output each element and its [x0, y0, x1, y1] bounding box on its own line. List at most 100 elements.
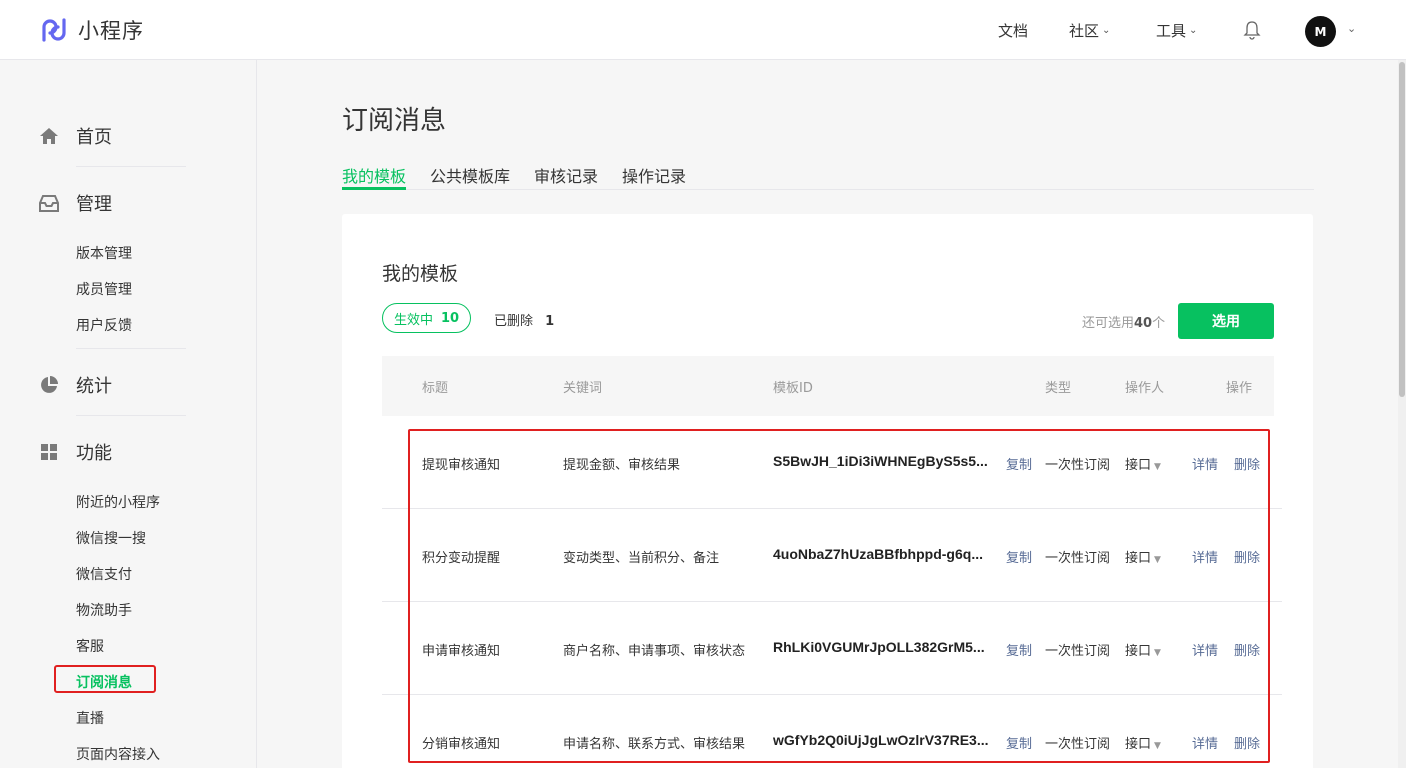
- row-template-id: wGfYb2Q0iUjJgLwOzlrV37RE3...: [773, 732, 989, 748]
- chevron-down-icon: ⌄: [1102, 25, 1111, 36]
- chevron-down-icon: ⌄: [1189, 25, 1198, 36]
- nav-tools-label: 工具: [1156, 22, 1187, 40]
- row-title: 提现审核通知: [422, 458, 501, 473]
- operator-dropdown[interactable]: 接口 ▼: [1125, 547, 1161, 566]
- sidebar-item-nearby[interactable]: 附近的小程序: [76, 492, 160, 512]
- row-keywords: 提现金额、审核结果: [563, 458, 681, 473]
- sidebar-divider: [76, 348, 186, 349]
- tab-review-records[interactable]: 审核记录: [534, 163, 598, 187]
- sidebar-item-feedback[interactable]: 用户反馈: [76, 315, 132, 335]
- pie-chart-icon: [38, 374, 60, 396]
- sidebar-item-search[interactable]: 微信搜一搜: [76, 528, 146, 548]
- sidebar-highlight-box: [54, 665, 156, 693]
- active-tab-indicator: [342, 187, 406, 190]
- caret-down-icon: ▼: [1154, 648, 1161, 658]
- filter-deleted[interactable]: 已删除 1: [494, 310, 554, 329]
- tab-my-templates[interactable]: 我的模板: [342, 163, 406, 187]
- row-title: 积分变动提醒: [422, 551, 501, 566]
- sidebar-item-stats[interactable]: 统计: [38, 372, 112, 398]
- page-title: 订阅消息: [342, 106, 447, 136]
- grid-icon: [38, 441, 60, 463]
- column-header-template-id: 模板ID: [773, 381, 813, 396]
- templates-card: [342, 214, 1313, 768]
- caret-down-icon: ▼: [1154, 462, 1161, 472]
- bell-icon[interactable]: [1243, 20, 1261, 40]
- nav-docs-label: 文档: [998, 22, 1029, 40]
- row-operator: 接口: [1125, 644, 1152, 659]
- row-operator: 接口: [1125, 551, 1152, 566]
- select-template-button[interactable]: 选用: [1178, 303, 1274, 339]
- copy-link[interactable]: 复制: [1006, 640, 1032, 659]
- caret-down-icon: ▼: [1154, 741, 1161, 751]
- copy-link[interactable]: 复制: [1006, 733, 1032, 752]
- row-type: 一次性订阅: [1045, 458, 1111, 473]
- detail-link[interactable]: 详情: [1192, 733, 1218, 752]
- row-keywords: 商户名称、申请事项、审核状态: [563, 644, 746, 659]
- detail-link[interactable]: 详情: [1192, 640, 1218, 659]
- sidebar-item-pay[interactable]: 微信支付: [76, 564, 132, 584]
- remaining-suffix: 个: [1152, 316, 1166, 331]
- delete-link[interactable]: 删除: [1234, 640, 1260, 659]
- column-header-operator: 操作人: [1125, 381, 1165, 396]
- avatar-text: M: [1314, 24, 1327, 39]
- row-keywords: 申请名称、联系方式、审核结果: [563, 737, 746, 752]
- row-template-id: RhLKi0VGUMrJpOLL382GrM5...: [773, 639, 985, 655]
- sidebar-item-home[interactable]: 首页: [38, 123, 112, 149]
- nav-community-label: 社区: [1069, 22, 1100, 40]
- sidebar-item-label: 管理: [76, 194, 112, 215]
- detail-link[interactable]: 详情: [1192, 547, 1218, 566]
- logo[interactable]: 小程序: [38, 14, 144, 46]
- filter-deleted-label: 已删除: [494, 314, 534, 329]
- row-template-id: 4uoNbaZ7hUzaBBfbhppd-g6q...: [773, 546, 983, 562]
- operator-dropdown[interactable]: 接口 ▼: [1125, 733, 1161, 752]
- row-operator: 接口: [1125, 458, 1152, 473]
- sidebar-item-label: 首页: [76, 127, 112, 148]
- column-header-type: 类型: [1045, 381, 1072, 396]
- copy-link[interactable]: 复制: [1006, 547, 1032, 566]
- sidebar-item-version[interactable]: 版本管理: [76, 243, 132, 263]
- chevron-down-icon[interactable]: ⌄: [1347, 22, 1356, 35]
- delete-link[interactable]: 删除: [1234, 454, 1260, 473]
- caret-down-icon: ▼: [1154, 555, 1161, 565]
- mini-program-logo-icon: [42, 18, 66, 42]
- delete-link[interactable]: 删除: [1234, 733, 1260, 752]
- row-divider: [382, 694, 1282, 695]
- sidebar-item-label: 功能: [76, 443, 112, 464]
- sidebar-item-members[interactable]: 成员管理: [76, 279, 132, 299]
- scrollbar-thumb[interactable]: [1399, 62, 1405, 397]
- row-type: 一次性订阅: [1045, 551, 1111, 566]
- nav-docs[interactable]: 文档: [998, 20, 1028, 41]
- sidebar-item-page-content[interactable]: 页面内容接入: [76, 744, 160, 764]
- top-bar: 小程序 文档 社区 ⌄ 工具 ⌄ M ⌄: [0, 0, 1406, 60]
- row-template-id: S5BwJH_1iDi3iWHNEgByS5s5...: [773, 453, 988, 469]
- column-header-keywords: 关键词: [563, 381, 603, 396]
- sidebar-divider: [76, 166, 186, 167]
- delete-link[interactable]: 删除: [1234, 547, 1260, 566]
- sidebar-item-features[interactable]: 功能: [38, 439, 112, 465]
- filter-active[interactable]: 生效中 10: [382, 303, 471, 333]
- sidebar-item-logistics[interactable]: 物流助手: [76, 600, 132, 620]
- home-icon: [38, 125, 60, 147]
- copy-link[interactable]: 复制: [1006, 454, 1032, 473]
- inbox-icon: [38, 192, 60, 214]
- column-header-title: 标题: [422, 381, 449, 396]
- operator-dropdown[interactable]: 接口 ▼: [1125, 454, 1161, 473]
- sidebar-item-customer-service[interactable]: 客服: [76, 636, 104, 656]
- tab-operation-records[interactable]: 操作记录: [622, 163, 686, 187]
- operator-dropdown[interactable]: 接口 ▼: [1125, 640, 1161, 659]
- filter-deleted-count: 1: [545, 314, 555, 329]
- tab-public-library[interactable]: 公共模板库: [430, 163, 510, 187]
- sidebar-item-live[interactable]: 直播: [76, 708, 104, 728]
- sidebar-divider: [76, 415, 186, 416]
- detail-link[interactable]: 详情: [1192, 454, 1218, 473]
- nav-community[interactable]: 社区 ⌄: [1069, 20, 1110, 41]
- remaining-count: 40: [1134, 316, 1153, 331]
- nav-tools[interactable]: 工具 ⌄: [1156, 20, 1197, 41]
- column-header-actions: 操作: [1226, 381, 1253, 396]
- avatar[interactable]: M: [1305, 16, 1336, 47]
- row-title: 申请审核通知: [422, 644, 501, 659]
- row-divider: [382, 601, 1282, 602]
- row-divider: [382, 508, 1282, 509]
- sidebar-item-manage[interactable]: 管理: [38, 190, 112, 216]
- row-type: 一次性订阅: [1045, 644, 1111, 659]
